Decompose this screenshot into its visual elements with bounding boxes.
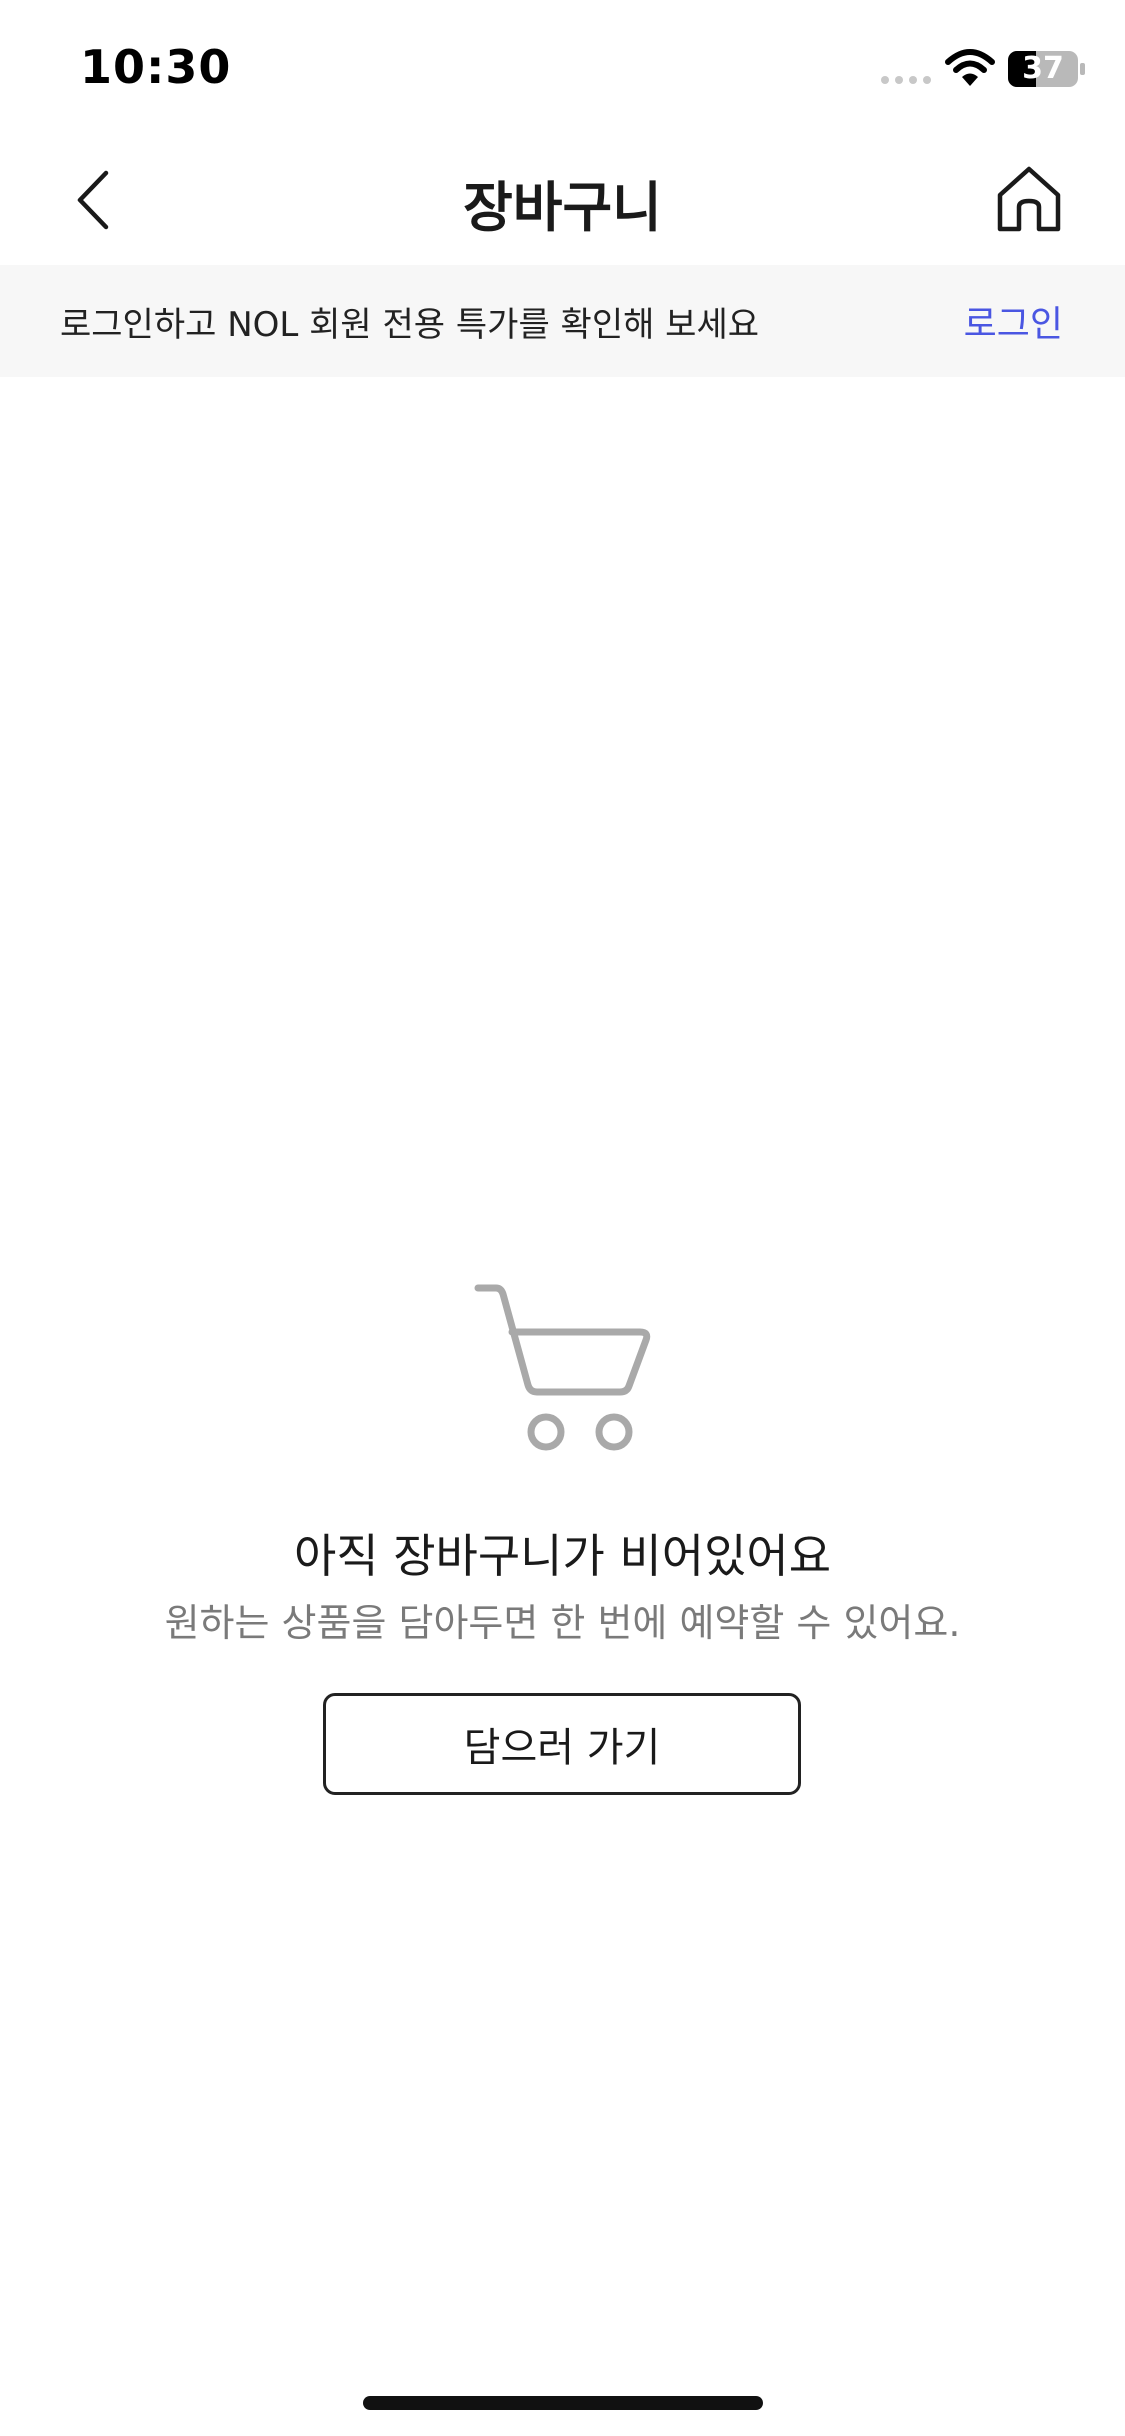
status-bar: 10:30 37 [0, 0, 1125, 135]
status-time: 10:30 [80, 40, 232, 94]
home-indicator[interactable] [363, 2396, 763, 2410]
go-shopping-button[interactable]: 담으러 가기 [323, 1693, 801, 1795]
login-banner-text: 로그인하고 NOL 회원 전용 특가를 확인해 보세요 [60, 305, 760, 345]
page-title: 장바구니 [463, 176, 662, 239]
signal-icon [881, 76, 931, 84]
login-link[interactable]: 로그인 [964, 295, 1063, 347]
empty-title: 아직 장바구니가 비어있어요 [293, 1529, 832, 1583]
login-banner: 로그인하고 NOL 회원 전용 특가를 확인해 보세요 로그인 [0, 265, 1125, 377]
wifi-icon [945, 49, 995, 86]
cart-icon [474, 1284, 651, 1451]
battery-level: 37 [1022, 51, 1064, 86]
empty-subtitle: 원하는 상품을 담아두면 한 번에 예약할 수 있어요. [164, 1601, 961, 1645]
home-icon[interactable] [992, 163, 1066, 237]
nav-header: 장바구니 [0, 135, 1125, 265]
